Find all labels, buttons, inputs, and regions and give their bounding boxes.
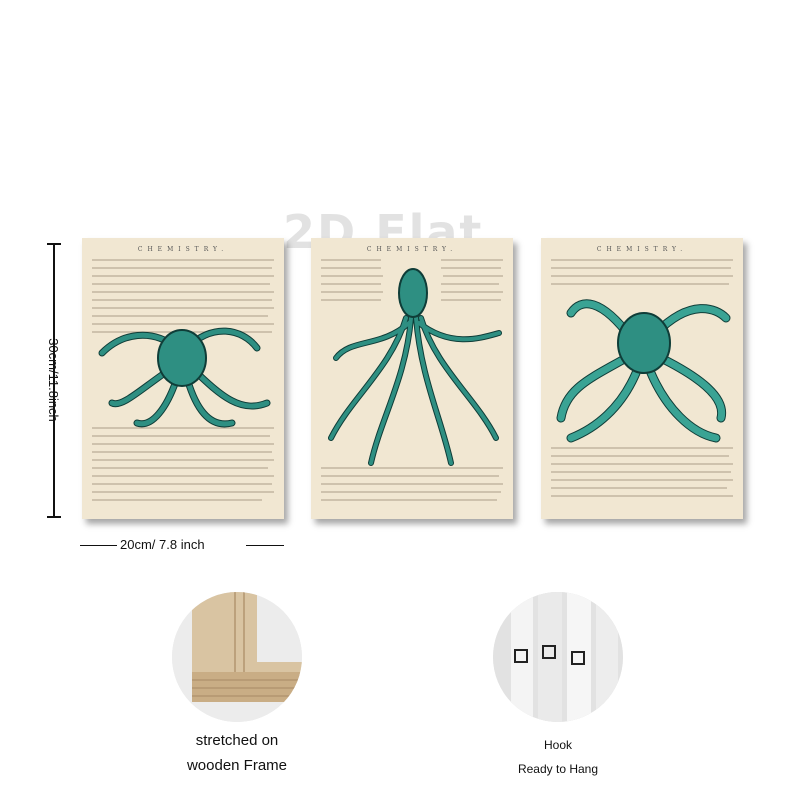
panel-header: CHEMISTRY. — [596, 246, 688, 253]
width-label: 20cm/ 7.8 inch — [120, 537, 205, 552]
wooden-frame-image — [172, 592, 302, 722]
frame-caption-line2: wooden Frame — [186, 757, 288, 774]
width-dimension-line-left — [80, 545, 117, 546]
frame-detail-photo — [172, 592, 302, 722]
frame-caption-line1: stretched on — [195, 732, 279, 749]
panel-header: CHEMISTRY. — [366, 246, 458, 253]
octopus-illustration — [551, 259, 733, 497]
ready-to-hang-caption: Ready to Hang — [517, 762, 599, 776]
canvas-panel-right: CHEMISTRY. — [541, 238, 743, 519]
height-label: 30cm/11.8inch — [46, 338, 61, 422]
canvas-panel-center: CHEMISTRY. — [311, 238, 513, 519]
width-dimension-line-right — [246, 545, 284, 546]
canvas-panel-left: CHEMISTRY. — [82, 238, 284, 519]
octopus-illustration — [321, 259, 503, 501]
height-dimension-cap-top — [47, 243, 61, 245]
hook-detail-photo — [493, 592, 623, 722]
hook-image — [493, 592, 623, 722]
hook-caption: Hook — [543, 738, 572, 752]
height-dimension-cap-bottom — [47, 516, 61, 518]
octopus-illustration — [92, 259, 274, 501]
panel-header: CHEMISTRY. — [137, 246, 229, 253]
